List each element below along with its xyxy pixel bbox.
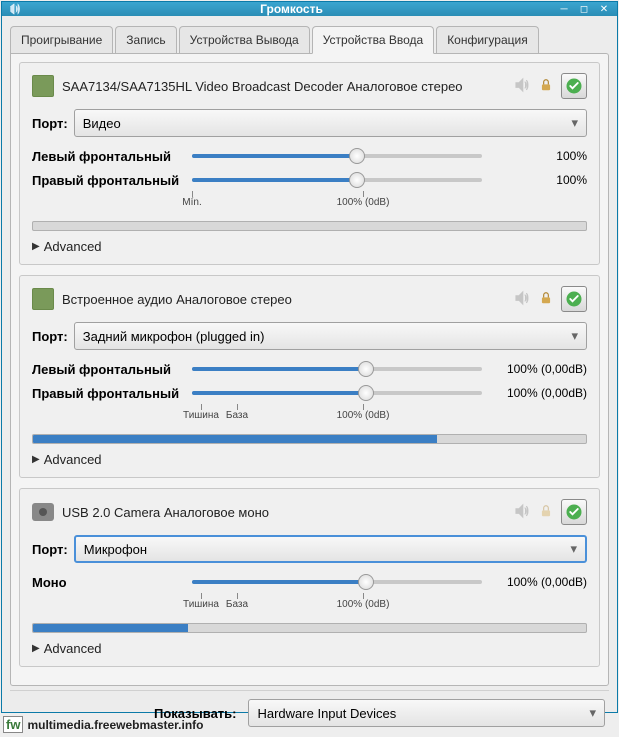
advanced-toggle[interactable]: ▶Advanced: [32, 239, 587, 254]
window-title: Громкость: [26, 2, 557, 16]
tab-3[interactable]: Устройства Ввода: [312, 26, 434, 54]
camera-icon: [32, 503, 54, 521]
volume-slider[interactable]: [192, 360, 482, 378]
triangle-right-icon: ▶: [32, 643, 40, 654]
volume-slider[interactable]: [192, 147, 482, 165]
maximize-button[interactable]: ◻: [577, 2, 591, 16]
channel-row: Левый фронтальный 100%: [32, 147, 587, 165]
port-label: Порт:: [32, 116, 68, 131]
port-select[interactable]: Задний микрофон (plugged in)▾: [74, 322, 587, 350]
chevron-down-icon: ▾: [570, 541, 577, 557]
watermark-text: multimedia.freewebmaster.info: [27, 718, 203, 732]
channel-label: Моно: [32, 575, 182, 590]
titlebar: Громкость ─ ◻ ✕: [2, 2, 617, 16]
window: Громкость ─ ◻ ✕ ПроигрываниеЗаписьУстрой…: [1, 1, 618, 713]
watermark: fw multimedia.freewebmaster.info: [3, 716, 204, 733]
tab-body: SAA7134/SAA7135HL Video Broadcast Decode…: [10, 53, 609, 686]
channel-label: Левый фронтальный: [32, 362, 182, 377]
chevron-down-icon: ▾: [589, 705, 596, 721]
channel-value: 100% (0,00dB): [492, 362, 587, 376]
scale-labels: Mín.100% (0dB): [192, 195, 492, 213]
input-level-meter: [32, 221, 587, 231]
volume-slider[interactable]: [192, 573, 482, 591]
volume-slider[interactable]: [192, 384, 482, 402]
device-title: Встроенное аудио Аналоговое стерео: [62, 292, 505, 307]
scale-labels: ТишинаБаза100% (0dB): [192, 408, 492, 426]
channel-value: 100%: [492, 173, 587, 187]
channel-value: 100% (0,00dB): [492, 575, 587, 589]
device-1: Встроенное аудио Аналоговое стерео Порт: З…: [19, 275, 600, 478]
tab-1[interactable]: Запись: [115, 26, 176, 54]
content: ПроигрываниеЗаписьУстройства ВыводаУстро…: [2, 16, 617, 737]
fw-logo: fw: [3, 716, 23, 733]
show-select[interactable]: Hardware Input Devices ▾: [248, 699, 605, 727]
lock-icon[interactable]: [539, 503, 553, 522]
channel-value: 100%: [492, 149, 587, 163]
channel-value: 100% (0,00dB): [492, 386, 587, 400]
channel-row: Левый фронтальный 100% (0,00dB): [32, 360, 587, 378]
triangle-right-icon: ▶: [32, 241, 40, 252]
tab-4[interactable]: Конфигурация: [436, 26, 539, 54]
channel-label: Правый фронтальный: [32, 173, 182, 188]
minimize-button[interactable]: ─: [557, 2, 571, 16]
port-select[interactable]: Видео▾: [74, 109, 587, 137]
default-button[interactable]: [561, 73, 587, 99]
tab-2[interactable]: Устройства Вывода: [179, 26, 310, 54]
show-value: Hardware Input Devices: [257, 706, 589, 721]
close-button[interactable]: ✕: [597, 2, 611, 16]
default-button[interactable]: [561, 286, 587, 312]
channel-label: Левый фронтальный: [32, 149, 182, 164]
port-value: Микрофон: [84, 542, 571, 557]
advanced-toggle[interactable]: ▶Advanced: [32, 641, 587, 656]
channel-row: Правый фронтальный 100% (0,00dB): [32, 384, 587, 402]
mute-icon[interactable]: [513, 502, 531, 523]
lock-icon[interactable]: [539, 290, 553, 309]
tab-0[interactable]: Проигрывание: [10, 26, 113, 54]
device-title: SAA7134/SAA7135HL Video Broadcast Decode…: [62, 79, 505, 94]
channel-row: Моно 100% (0,00dB): [32, 573, 587, 591]
port-value: Задний микрофон (plugged in): [83, 329, 572, 344]
port-label: Порт:: [32, 329, 68, 344]
advanced-toggle[interactable]: ▶Advanced: [32, 452, 587, 467]
volume-slider[interactable]: [192, 171, 482, 189]
triangle-right-icon: ▶: [32, 454, 40, 465]
channel-label: Правый фронтальный: [32, 386, 182, 401]
tabs: ПроигрываниеЗаписьУстройства ВыводаУстро…: [10, 26, 609, 54]
port-select[interactable]: Микрофон▾: [74, 535, 587, 563]
default-button[interactable]: [561, 499, 587, 525]
mute-icon[interactable]: [513, 76, 531, 97]
channel-row: Правый фронтальный 100%: [32, 171, 587, 189]
device-2: USB 2.0 Camera Аналоговое моно Порт: Микро…: [19, 488, 600, 667]
input-level-meter: [32, 434, 587, 444]
sound-card-icon: [32, 288, 54, 310]
lock-icon[interactable]: [539, 77, 553, 96]
chevron-down-icon: ▾: [571, 115, 578, 131]
scale-labels: ТишинаБаза100% (0dB): [192, 597, 492, 615]
app-icon: [8, 2, 22, 16]
input-level-meter: [32, 623, 587, 633]
port-value: Видео: [83, 116, 572, 131]
port-label: Порт:: [32, 542, 68, 557]
sound-card-icon: [32, 75, 54, 97]
mute-icon[interactable]: [513, 289, 531, 310]
device-0: SAA7134/SAA7135HL Video Broadcast Decode…: [19, 62, 600, 265]
device-title: USB 2.0 Camera Аналоговое моно: [62, 505, 505, 520]
chevron-down-icon: ▾: [571, 328, 578, 344]
